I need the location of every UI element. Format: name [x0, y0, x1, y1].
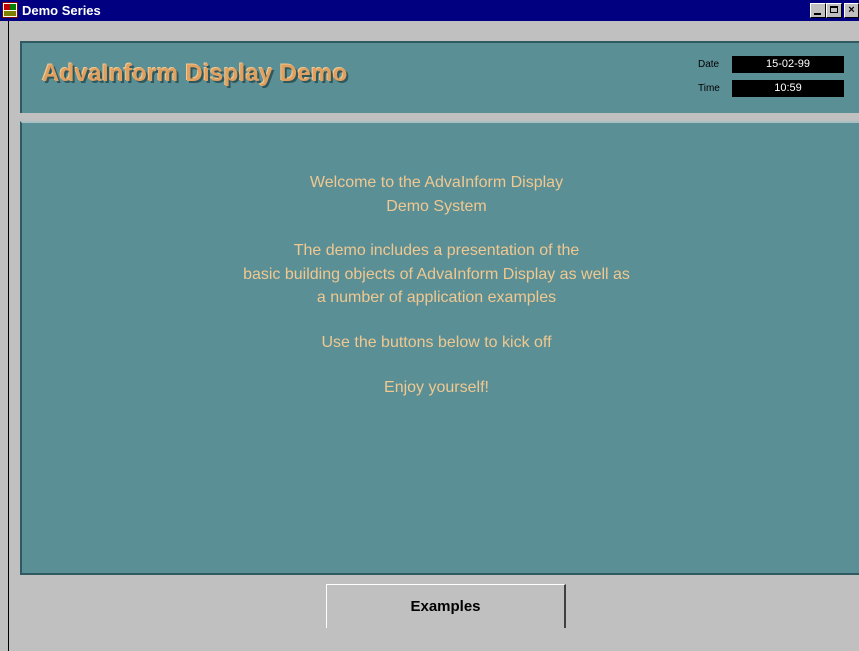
window-left-border [8, 21, 9, 651]
intro-line: basic building objects of AdvaInform Dis… [243, 266, 630, 283]
welcome-line: Welcome to the AdvaInform Display [309, 174, 564, 191]
date-label: Date [698, 59, 720, 70]
minimize-icon [814, 13, 821, 15]
minimize-button[interactable] [810, 3, 826, 18]
time-label: Time [698, 83, 720, 94]
examples-button[interactable]: Examples [326, 584, 566, 628]
instruction-line: Use the buttons below to kick off [321, 334, 552, 351]
app-icon[interactable] [2, 2, 18, 18]
demo-series-window: Demo Series × AdvaInform Display Demo Da… [0, 0, 859, 651]
intro-line: a number of application examples [316, 289, 557, 306]
intro-line: The demo includes a presentation of the [293, 242, 580, 259]
welcome-panel: Welcome to the AdvaInform Display Demo S… [20, 121, 859, 575]
window-title: Demo Series [22, 3, 101, 18]
app-icon-part [4, 11, 16, 16]
app-icon-part [10, 4, 16, 10]
close-button[interactable]: × [844, 3, 859, 18]
time-display: 10:59 [732, 80, 844, 97]
closing-line: Enjoy yourself! [384, 379, 489, 396]
welcome-line: Demo System [386, 198, 487, 215]
app-title: AdvaInform Display Demo [42, 60, 348, 87]
tab-divider [20, 573, 325, 575]
maximize-button[interactable] [826, 3, 842, 18]
date-display: 15-02-99 [732, 56, 844, 73]
header-panel: AdvaInform Display Demo Date 15-02-99 Ti… [20, 41, 859, 113]
close-icon: × [848, 4, 855, 16]
maximize-icon [830, 6, 838, 13]
window-titlebar[interactable]: Demo Series × [0, 0, 859, 21]
